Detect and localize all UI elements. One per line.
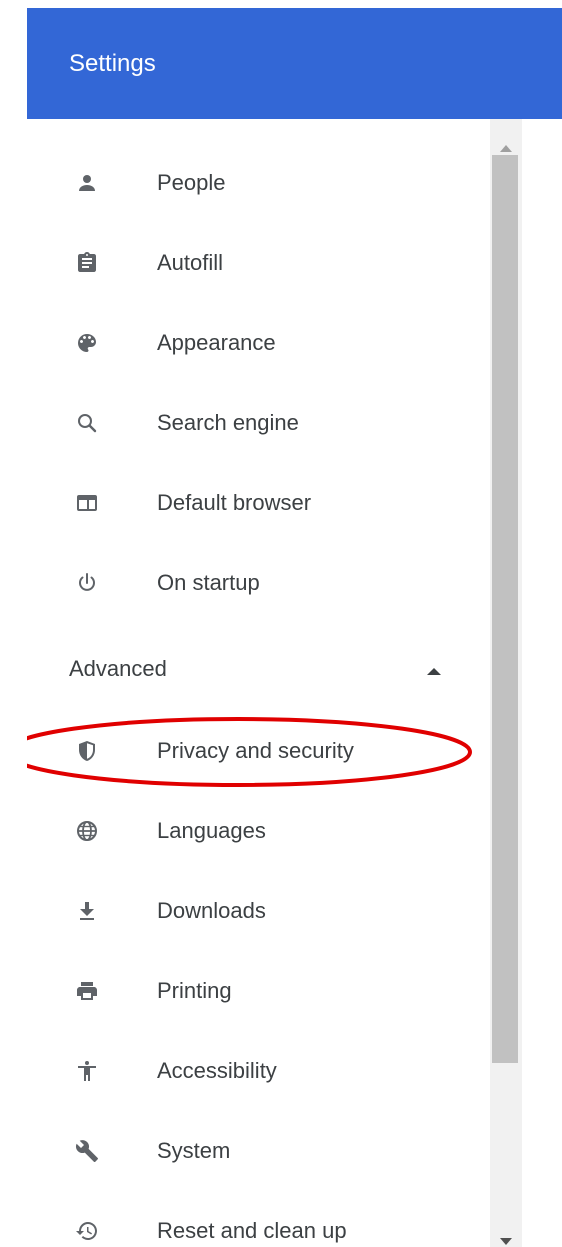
restore-icon xyxy=(75,1219,99,1243)
advanced-label: Advanced xyxy=(69,656,167,681)
wrench-icon xyxy=(75,1139,99,1163)
search-icon xyxy=(75,411,99,435)
menu-item-privacy-and-security[interactable]: Privacy and security xyxy=(27,719,490,783)
menu-item-label: People xyxy=(157,170,226,195)
page-title: Settings xyxy=(69,50,156,77)
menu-item-label: Default browser xyxy=(157,490,312,515)
menu-item-system[interactable]: System xyxy=(27,1119,490,1183)
menu-item-accessibility[interactable]: Accessibility xyxy=(27,1039,490,1103)
scroll-down-arrow-icon[interactable] xyxy=(500,1233,512,1245)
browser-window-icon xyxy=(75,491,99,515)
menu-item-search-engine[interactable]: Search engine xyxy=(27,391,490,455)
menu-item-appearance[interactable]: Appearance xyxy=(27,311,490,375)
menu-item-label: Reset and clean up xyxy=(157,1218,347,1243)
menu-item-default-browser[interactable]: Default browser xyxy=(27,471,490,535)
power-icon xyxy=(75,571,99,595)
menu-item-people[interactable]: People xyxy=(27,151,490,215)
advanced-section-toggle[interactable]: Advanced xyxy=(27,639,490,699)
menu-item-label: Search engine xyxy=(157,410,299,435)
menu-item-label: Printing xyxy=(157,978,232,1003)
person-icon xyxy=(75,171,99,195)
menu-item-label: System xyxy=(157,1138,231,1163)
collapse-arrow-icon xyxy=(427,663,441,675)
menu-item-languages[interactable]: Languages xyxy=(27,799,490,863)
menu-item-label: Appearance xyxy=(157,330,276,355)
menu-item-label: Autofill xyxy=(157,250,224,275)
menu-item-label: Privacy and security xyxy=(157,738,354,763)
menu-item-reset-and-clean-up[interactable]: Reset and clean up xyxy=(27,1199,490,1247)
scrollbar-thumb[interactable] xyxy=(492,155,518,1063)
settings-window: Settings People Autofill Appearance Sear… xyxy=(27,8,562,1247)
printer-icon xyxy=(75,979,99,1003)
menu-item-label: Languages xyxy=(157,818,266,843)
accessibility-icon xyxy=(75,1059,99,1083)
palette-icon xyxy=(75,331,99,355)
download-icon xyxy=(75,899,99,923)
settings-menu: People Autofill Appearance Search engine xyxy=(27,119,490,1247)
menu-item-on-startup[interactable]: On startup xyxy=(27,551,490,615)
clipboard-icon xyxy=(75,251,99,275)
menu-item-label: Downloads xyxy=(157,898,266,923)
menu-item-downloads[interactable]: Downloads xyxy=(27,879,490,943)
scrollbar[interactable] xyxy=(490,119,522,1247)
settings-header: Settings xyxy=(27,8,562,119)
menu-item-autofill[interactable]: Autofill xyxy=(27,231,490,295)
shield-icon xyxy=(75,739,99,763)
scroll-up-arrow-icon[interactable] xyxy=(500,139,512,152)
menu-item-label: Accessibility xyxy=(157,1058,277,1083)
globe-icon xyxy=(75,819,99,843)
menu-item-printing[interactable]: Printing xyxy=(27,959,490,1023)
menu-item-label: On startup xyxy=(157,570,260,595)
